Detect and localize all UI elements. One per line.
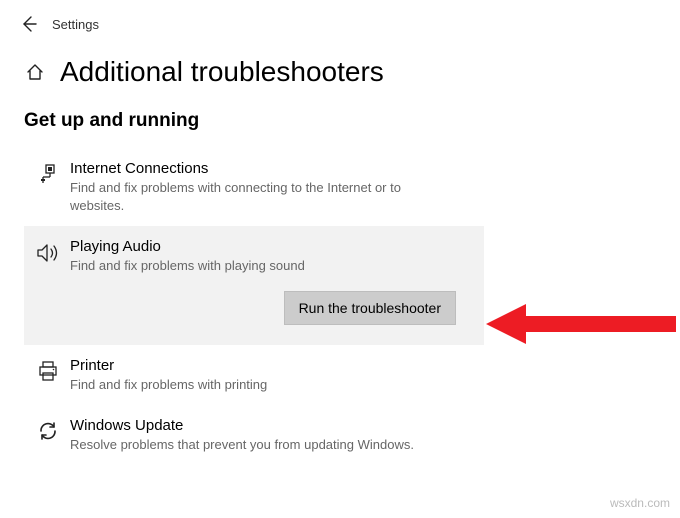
troubleshooter-windows-update[interactable]: Windows Update Resolve problems that pre… [24,405,484,466]
annotation-arrow [486,302,676,346]
item-desc: Find and fix problems with playing sound [70,257,456,275]
troubleshooter-playing-audio[interactable]: Playing Audio Find and fix problems with… [24,226,484,345]
window-title: Settings [52,17,99,32]
item-title: Windows Update [70,417,456,434]
red-arrow-icon [486,302,676,346]
item-desc: Resolve problems that prevent you from u… [70,436,456,454]
home-button[interactable] [24,61,46,83]
section-title: Get up and running [24,110,656,132]
item-title: Playing Audio [70,238,456,255]
home-icon [25,62,45,82]
troubleshooter-list: Internet Connections Find and fix proble… [24,148,484,466]
troubleshooter-internet-connections[interactable]: Internet Connections Find and fix proble… [24,148,484,226]
page-header: Additional troubleshooters [24,56,656,88]
title-bar: Settings [0,0,680,42]
update-icon [32,417,64,454]
troubleshooter-printer[interactable]: Printer Find and fix problems with print… [24,345,484,406]
back-button[interactable] [14,10,42,38]
page-title: Additional troubleshooters [60,56,384,88]
content-area: Additional troubleshooters Get up and ru… [0,42,680,482]
item-title: Internet Connections [70,160,456,177]
printer-icon [32,357,64,394]
network-icon [32,160,64,214]
item-desc: Find and fix problems with printing [70,376,456,394]
audio-icon [32,238,64,325]
arrow-left-icon [19,15,37,33]
run-troubleshooter-button[interactable]: Run the troubleshooter [284,291,456,325]
item-desc: Find and fix problems with connecting to… [70,179,456,214]
watermark: wsxdn.com [610,496,670,510]
item-title: Printer [70,357,456,374]
